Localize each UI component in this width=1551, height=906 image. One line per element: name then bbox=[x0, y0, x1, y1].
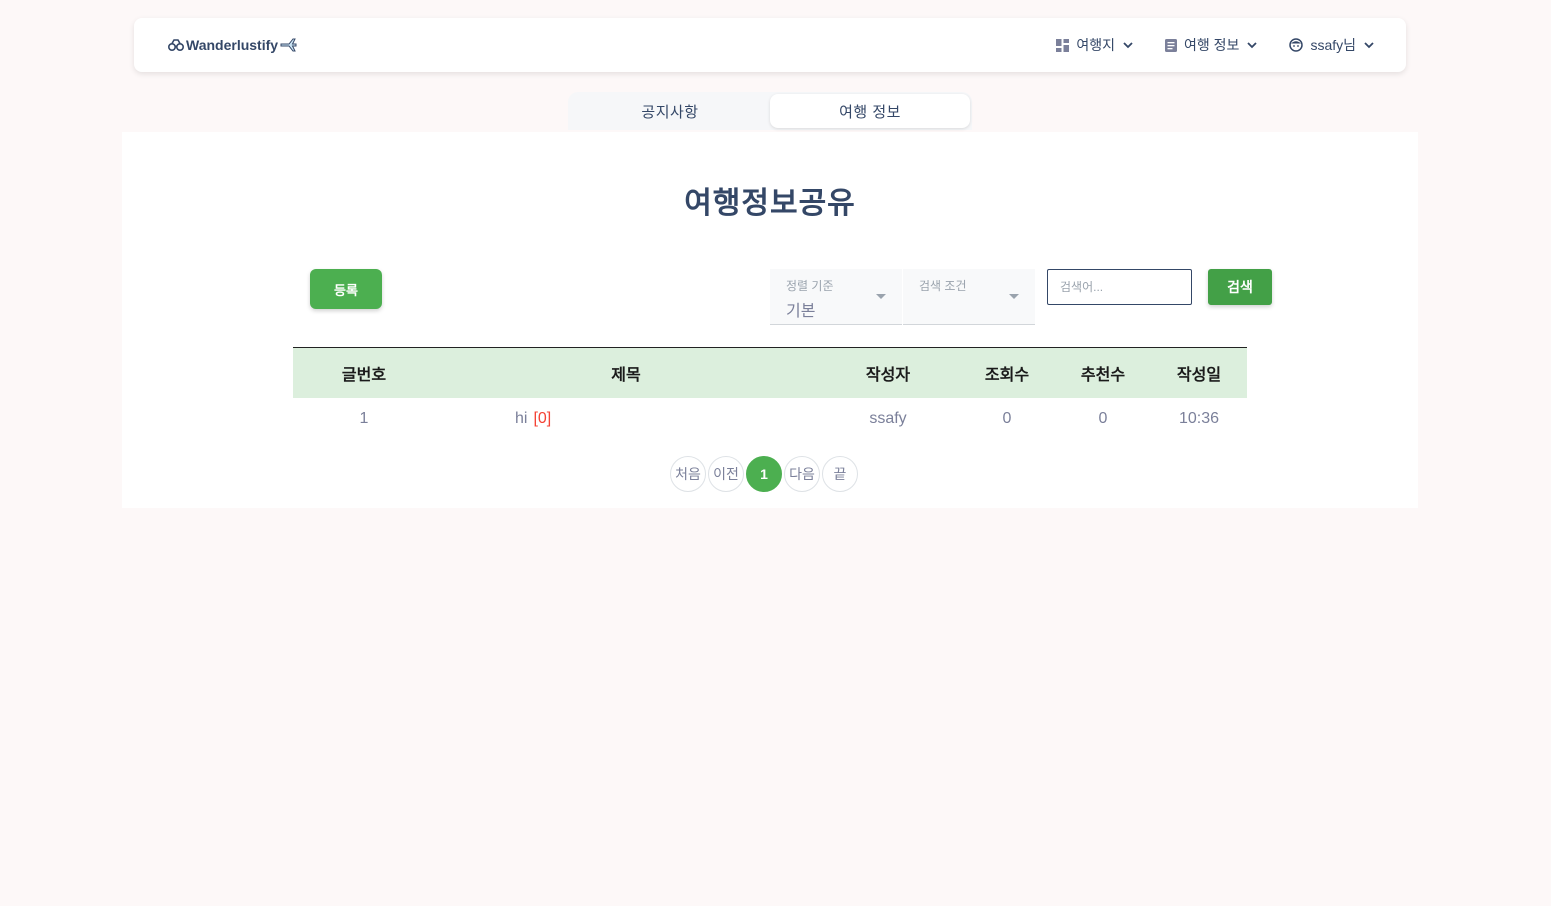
column-header-author: 작성자 bbox=[865, 366, 911, 384]
board-table: 글번호 제목 작성자 조회수 추천수 작성일 1 hi [0] ssafy 0 0… bbox=[293, 347, 1247, 440]
column-header-likes: 추천수 bbox=[1080, 366, 1126, 384]
caret-down-icon bbox=[1009, 294, 1019, 299]
brand-name: Wanderlustify bbox=[186, 37, 279, 53]
cell-author: ssafy bbox=[869, 409, 907, 427]
tab-travel-info[interactable]: 여행 정보 bbox=[770, 94, 970, 128]
page-prev-button[interactable]: 이전 bbox=[708, 456, 744, 492]
board-panel: 여행정보공유 등록 정렬 기준 기본 검색 조건 검색 글번호 제목 작성자 조… bbox=[122, 132, 1418, 508]
post-title-link[interactable]: hi bbox=[515, 410, 527, 427]
nav-item-label: 여행 정보 bbox=[1184, 37, 1240, 53]
nav-item-user-menu[interactable]: ssafy님 bbox=[1289, 35, 1374, 55]
comment-count: [0] bbox=[533, 409, 552, 427]
page-last-button[interactable]: 끝 bbox=[822, 456, 858, 492]
dashboard-icon bbox=[1056, 38, 1070, 52]
board-tabs: 공지사항 여행 정보 bbox=[568, 92, 972, 130]
article-icon bbox=[1165, 38, 1178, 52]
pagination: 처음 이전 1 다음 끝 bbox=[670, 456, 858, 492]
chevron-down-icon bbox=[1247, 41, 1258, 48]
chevron-down-icon bbox=[1364, 41, 1374, 48]
airplane-icon bbox=[280, 38, 297, 52]
register-button[interactable]: 등록 bbox=[310, 269, 382, 309]
nav-menu: 여행지 여행 정보 ssafy님 bbox=[1056, 35, 1374, 55]
column-header-no: 글번호 bbox=[341, 366, 387, 384]
tab-notice[interactable]: 공지사항 bbox=[570, 94, 770, 128]
cell-title[interactable]: hi [0] bbox=[435, 398, 817, 440]
caret-down-icon bbox=[876, 294, 886, 299]
sort-select[interactable]: 정렬 기준 기본 bbox=[770, 269, 902, 325]
column-header-title: 제목 bbox=[611, 366, 641, 384]
page-title: 여행정보공유 bbox=[684, 187, 856, 220]
nav-item-destinations[interactable]: 여행지 bbox=[1056, 35, 1133, 55]
face-icon bbox=[1289, 38, 1304, 52]
cell-no: 1 bbox=[359, 409, 369, 427]
cell-likes: 0 bbox=[1098, 409, 1108, 427]
sort-select-value: 기본 bbox=[786, 303, 816, 320]
cell-views: 0 bbox=[1002, 409, 1012, 427]
page-number-button[interactable]: 1 bbox=[746, 456, 782, 492]
page-next-button[interactable]: 다음 bbox=[784, 456, 820, 492]
search-button[interactable]: 검색 bbox=[1208, 269, 1272, 305]
brand-logo[interactable]: Wanderlustify bbox=[168, 37, 297, 53]
column-header-date: 작성일 bbox=[1176, 366, 1222, 384]
search-input[interactable] bbox=[1047, 269, 1192, 305]
chevron-down-icon bbox=[1123, 41, 1133, 48]
nav-item-travel-info[interactable]: 여행 정보 bbox=[1165, 35, 1258, 55]
top-navbar: Wanderlustify 여행지 여행 정보 ssafy님 bbox=[134, 18, 1406, 72]
binoculars-icon bbox=[168, 39, 184, 51]
column-header-views: 조회수 bbox=[984, 366, 1030, 384]
condition-select-label: 검색 조건 bbox=[919, 279, 967, 293]
table-header-row: 글번호 제목 작성자 조회수 추천수 작성일 bbox=[293, 347, 1247, 398]
condition-select[interactable]: 검색 조건 bbox=[903, 269, 1035, 325]
nav-item-label: ssafy님 bbox=[1310, 37, 1356, 53]
sort-select-label: 정렬 기준 bbox=[786, 279, 834, 293]
page-first-button[interactable]: 처음 bbox=[670, 456, 706, 492]
cell-date: 10:36 bbox=[1178, 409, 1220, 427]
table-row[interactable]: 1 hi [0] ssafy 0 0 10:36 bbox=[293, 398, 1247, 440]
nav-item-label: 여행지 bbox=[1076, 37, 1116, 53]
